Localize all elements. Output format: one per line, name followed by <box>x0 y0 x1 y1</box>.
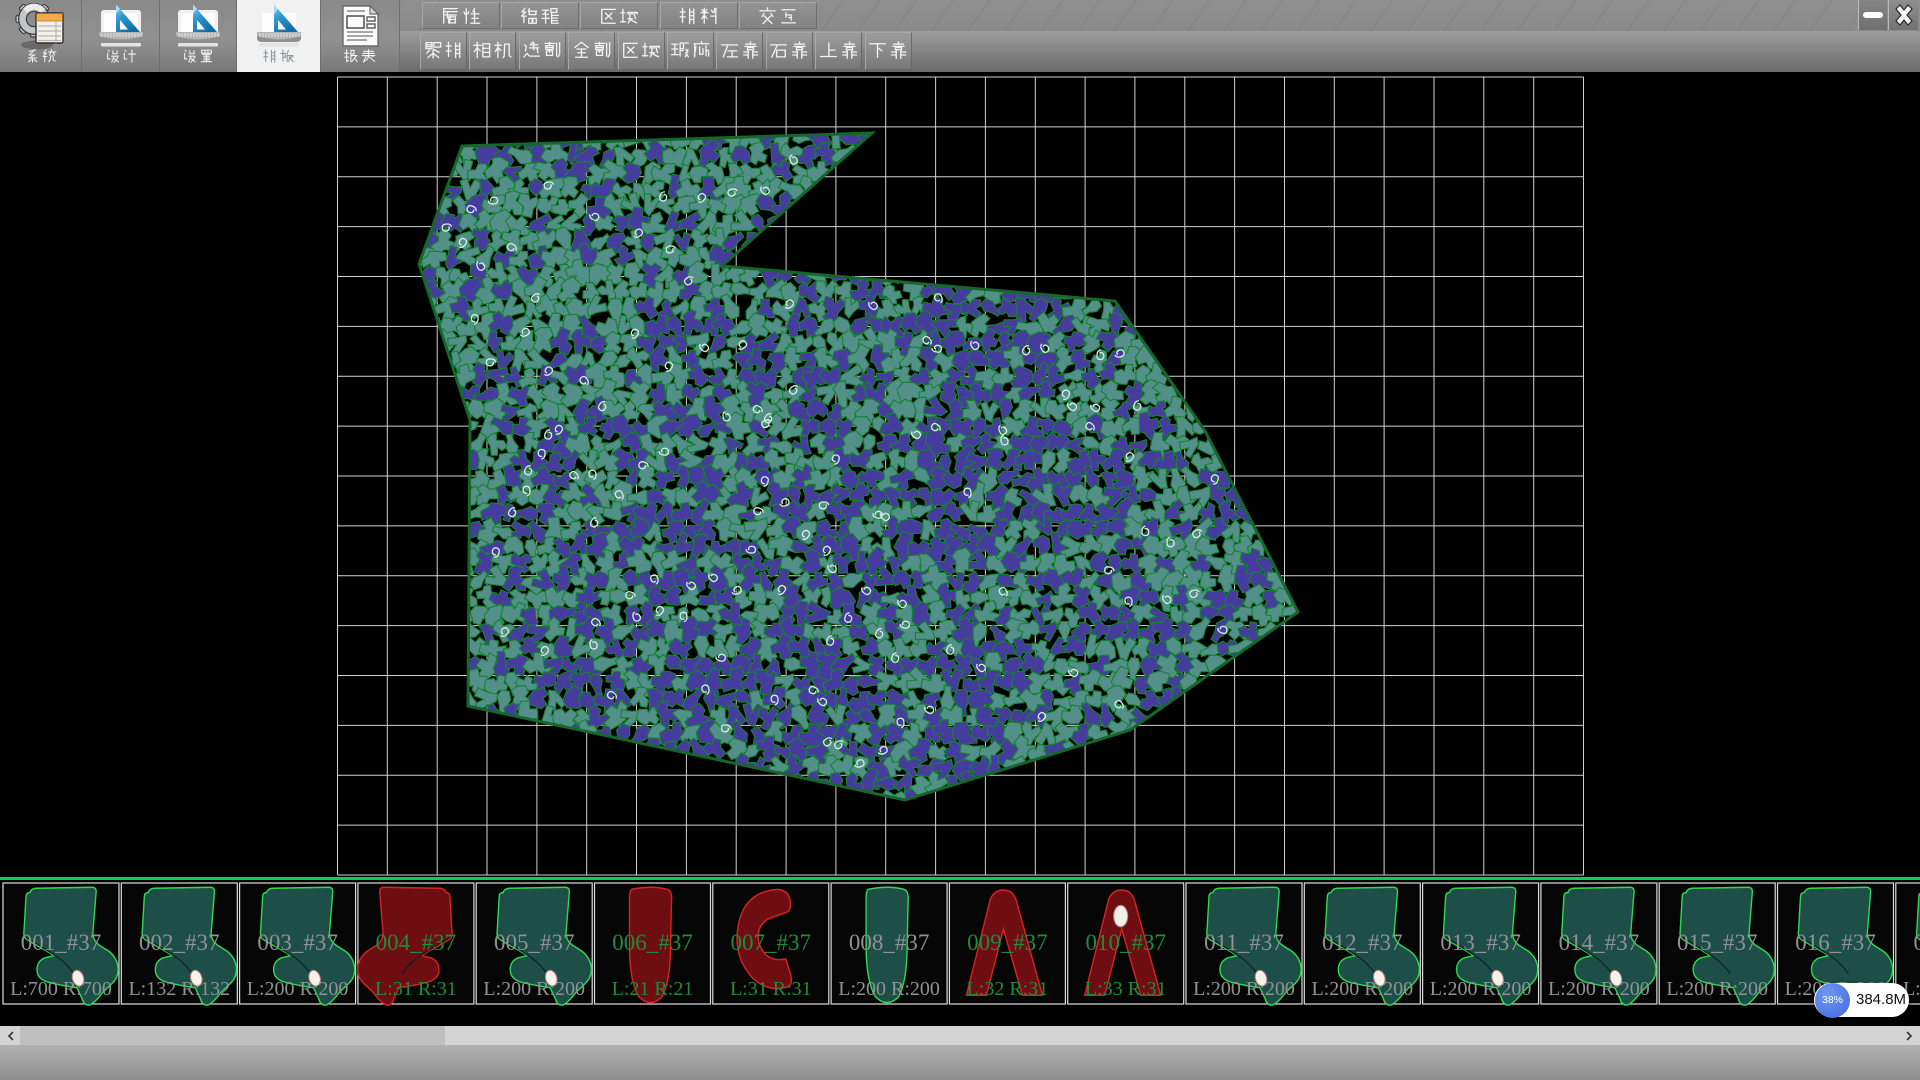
svg-text:012_#37: 012_#37 <box>1322 930 1403 955</box>
svg-text:L:200 R:200: L:200 R:200 <box>1311 978 1413 1000</box>
svg-text:003_#37: 003_#37 <box>257 930 338 955</box>
svg-text:L:132 R:132: L:132 R:132 <box>128 978 230 1000</box>
svg-text:013_#37: 013_#37 <box>1440 930 1521 955</box>
svg-text:L:200 R:200: L:200 R:200 <box>1548 978 1650 1000</box>
svg-text:L:200 R:200: L:200 R:200 <box>1193 978 1295 1000</box>
svg-text:007_#37: 007_#37 <box>731 930 812 955</box>
svg-text:L:31 R:31: L:31 R:31 <box>730 978 812 1000</box>
svg-text:L:33 R:31: L:33 R:31 <box>1085 978 1167 1000</box>
svg-text:002_#37: 002_#37 <box>139 930 220 955</box>
svg-text:015_#37: 015_#37 <box>1677 930 1758 955</box>
svg-text:009_#37: 009_#37 <box>967 930 1048 955</box>
svg-text:005_#37: 005_#37 <box>494 930 575 955</box>
svg-text:L:200 R:200: L:200 R:200 <box>247 978 349 1000</box>
svg-text:010_#37: 010_#37 <box>1085 930 1166 955</box>
svg-text:016_#37: 016_#37 <box>1795 930 1876 955</box>
svg-text:L:200 R:200: L:200 R:200 <box>838 978 940 1000</box>
svg-text:L:21 R:21: L:21 R:21 <box>612 978 694 1000</box>
svg-text:L:200 R:200: L:200 R:200 <box>1666 978 1768 1000</box>
svg-text:017_#37: 017_#37 <box>1914 930 1920 955</box>
svg-text:014_#37: 014_#37 <box>1559 930 1640 955</box>
svg-text:008_#37: 008_#37 <box>849 930 930 955</box>
svg-text:011_#37: 011_#37 <box>1204 930 1284 955</box>
svg-text:L:200 R:200: L:200 R:200 <box>1430 978 1532 1000</box>
svg-text:001_#37: 001_#37 <box>21 930 102 955</box>
svg-text:L:32 R:31: L:32 R:31 <box>967 978 1049 1000</box>
svg-text:006_#37: 006_#37 <box>612 930 693 955</box>
svg-text:004_#37: 004_#37 <box>376 930 457 955</box>
svg-text:L:31 R:31: L:31 R:31 <box>375 978 457 1000</box>
svg-text:L:700 R:700: L:700 R:700 <box>10 978 112 1000</box>
svg-text:L:200 R:200: L:200 R:200 <box>483 978 585 1000</box>
